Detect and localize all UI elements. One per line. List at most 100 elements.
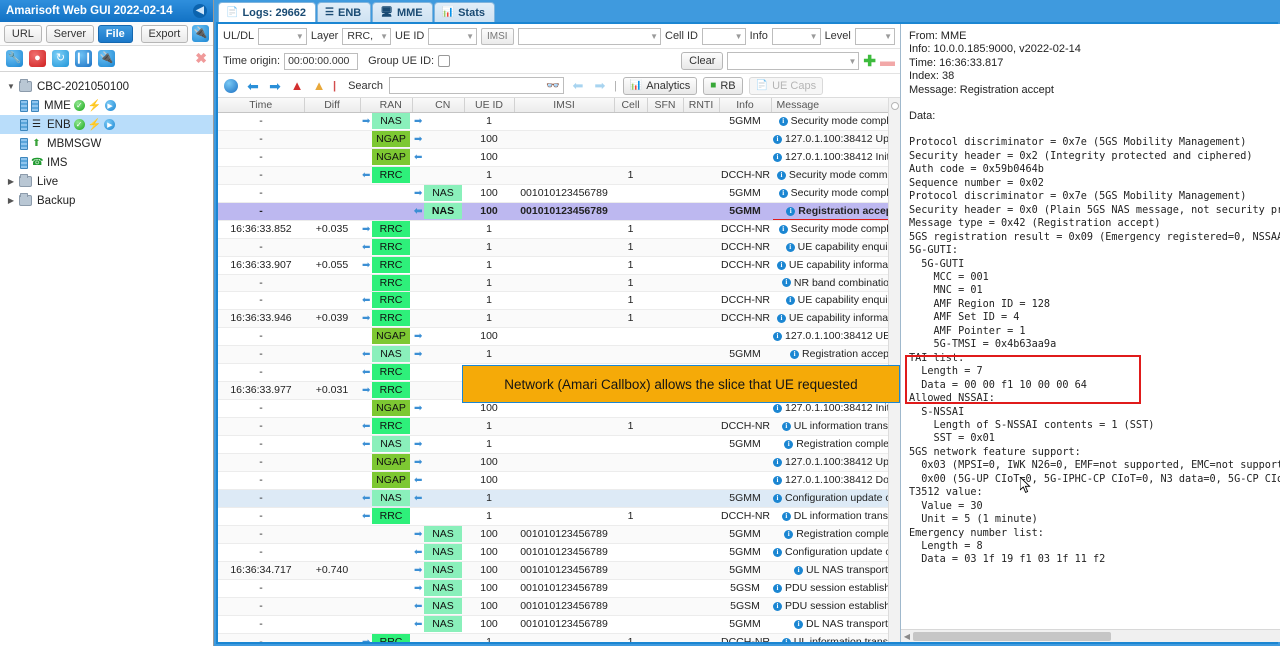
table-row[interactable]: - ⬅ RRC 1 1 DCCH-NR i UE capability enquiry (218, 291, 900, 310)
warning-triangle-icon[interactable]: ▲ (311, 78, 327, 94)
export-button[interactable]: Export (140, 24, 189, 43)
chevron-left-icon[interactable]: ◀ (193, 4, 207, 18)
preset-select[interactable]: ▼ (727, 52, 860, 70)
col-diff[interactable]: Diff (304, 98, 361, 113)
tree-item-ims[interactable]: ☎ IMS (0, 153, 213, 172)
plug-icon[interactable]: 🔌 (98, 50, 115, 67)
error-triangle-icon[interactable]: ▲ (289, 78, 305, 94)
table-row[interactable]: -⬅NAS⬅15GMMiConfiguration update command (218, 489, 900, 508)
stop-icon[interactable]: ● (29, 50, 46, 67)
search-input-wrapper[interactable]: 👓 (388, 77, 564, 94)
imsi-button[interactable]: IMSI (480, 27, 514, 45)
clock-icon[interactable] (223, 78, 239, 94)
table-row[interactable]: 16:36:33.946 +0.039 ➡ RRC 1 1 DCCH-NR i UE capab… (218, 309, 900, 328)
info-select[interactable]: ▼ (771, 27, 821, 45)
tab-logs[interactable]: 📄 Logs: 29662 (218, 2, 317, 22)
table-row[interactable]: 16:36:33.907 +0.055 ➡ RRC 1 1 DCCH-NR i UE capab… (218, 256, 900, 275)
table-row[interactable]: - ➡ NAS 100 001010123456789 5GMM i Security mod… (218, 184, 900, 203)
next-arrow-icon[interactable]: ➡ (267, 78, 283, 94)
tree-item-mme[interactable]: MME ✓ ⚡ ▶ (0, 96, 213, 115)
tab-mme[interactable]: 🖥 MME (372, 2, 433, 22)
tree-item-backup[interactable]: ▶ Backup (0, 191, 213, 210)
tree-item-live[interactable]: ▶ Live (0, 172, 213, 191)
table-row[interactable]: - NGAP ➡ 100 i127.0.1.100:38412 Uplink NAS t… (218, 130, 900, 149)
close-icon[interactable]: ✖ (195, 50, 207, 67)
table-row[interactable]: - ➡ NAS 100 001010123456789 5GSM i PDU session … (218, 579, 900, 598)
scrollbar-thumb[interactable] (913, 631, 1111, 641)
tab-stats[interactable]: 📊 Stats (433, 2, 495, 22)
col-imsi[interactable]: IMSI (514, 98, 615, 113)
table-row[interactable]: 16:36:33.852 +0.035 ➡ RRC 1 1 DCCH-NR i Security… (218, 220, 900, 239)
col-cn[interactable]: CN (422, 98, 465, 113)
col-info[interactable]: Info (719, 98, 772, 113)
tree-item-enb[interactable]: ☰ ENB ✓ ⚡ ▶ (0, 115, 213, 134)
lightning-icon[interactable]: ⚡ (88, 118, 102, 131)
expand-toggle-icon[interactable]: ▶ (6, 196, 16, 205)
table-row[interactable]: - ⬅ NAS 100 001010123456789 5GSM i PDU session … (218, 597, 900, 616)
table-row[interactable]: - NGAP ➡ 100 i127.0.1.100:38412 Uplink NAS t… (218, 453, 900, 472)
ul-dl-select[interactable]: ▼ (258, 27, 307, 45)
binoculars-icon[interactable]: 👓 (546, 79, 560, 92)
table-row[interactable]: - NGAP ⬅ 100 i127.0.1.100:38412 Downlink NAS… (218, 471, 900, 490)
search-input[interactable] (391, 78, 561, 93)
play-icon[interactable]: ▶ (104, 100, 116, 111)
time-origin-input[interactable] (284, 52, 359, 70)
wrench-icon[interactable]: 🔧 (6, 50, 23, 67)
table-row[interactable]: - ⬅ RRC 1 1 DCCH-NR i UE capability enquiry (218, 238, 900, 257)
table-row[interactable]: - ➡ NAS ➡ 1 5GMM i Security mode complete (218, 112, 900, 131)
col-ran[interactable]: RAN (370, 98, 413, 113)
table-row[interactable]: - ➡ RRC 1 1 DCCH-NR i UL information transfer (218, 633, 900, 642)
analytics-button[interactable]: 📊 Analytics (622, 76, 698, 95)
level-select[interactable]: ▼ (854, 27, 896, 45)
ue-id-select[interactable]: ▼ (428, 27, 477, 45)
find-next-icon[interactable]: ➡ (592, 78, 608, 94)
table-row[interactable]: - ⬅ RRC 1 1 DCCH-NR i DL information transfer (218, 507, 900, 526)
refresh-icon[interactable]: ↻ (52, 50, 69, 67)
play-icon[interactable]: ▶ (104, 119, 116, 130)
table-row[interactable]: - ⬅ NAS ➡ 1 5GMM i Registration complete (218, 435, 900, 454)
table-row[interactable]: - NGAP ➡ 100 i127.0.1.100:38412 UE radio cap… (218, 327, 900, 346)
minus-icon[interactable]: ▬ (880, 54, 895, 69)
info-icon[interactable]: ❙❙ (74, 50, 93, 67)
find-prev-icon[interactable]: ⬅ (570, 78, 586, 94)
tree-item-mbmsgw[interactable]: ⬆ MBMSGW (0, 134, 213, 153)
col-message[interactable]: Message (771, 98, 900, 113)
imsi-select[interactable]: ▼ (517, 27, 661, 45)
table-row[interactable]: - ⬅ NAS ➡ 1 5GMM i Registration accept (218, 345, 900, 364)
group-ue-checkbox[interactable] (438, 55, 451, 67)
table-row[interactable]: - RRC 1 1 i NR band combinations (218, 274, 900, 292)
scroll-left-icon[interactable]: ◀ (901, 632, 913, 641)
server-button[interactable]: Server (45, 24, 94, 43)
layer-select[interactable]: RRC, ▼ (342, 27, 391, 45)
col-cell[interactable]: Cell (614, 98, 648, 113)
lightning-icon[interactable]: ⚡ (88, 99, 102, 112)
col-sfn[interactable]: SFN (647, 98, 684, 113)
col-rnti[interactable]: RNTI (683, 98, 720, 113)
expand-toggle-icon[interactable]: ▶ (6, 177, 16, 186)
table-row[interactable]: - ⬅ NAS 100 001010123456789 5GMM i Registration… (218, 202, 900, 221)
cell-id-select[interactable]: ▼ (702, 27, 746, 45)
col-ueid[interactable]: UE ID (464, 98, 515, 113)
table-row[interactable]: - ➡ NAS 100 001010123456789 5GMM i Registration… (218, 525, 900, 544)
table-row[interactable]: - ⬅ RRC 1 1 DCCH-NR i Security mode command (218, 166, 900, 185)
plus-icon[interactable]: ✚ (863, 54, 876, 69)
rb-button[interactable]: ■ RB (703, 76, 743, 95)
detail-horizontal-scrollbar[interactable]: ◀ ▶ (901, 629, 1280, 642)
file-button[interactable]: File (97, 24, 133, 43)
tree-item-cbc[interactable]: ▼ CBC-2021050100 (0, 77, 213, 96)
table-row[interactable]: - NGAP ⬅ 100 i127.0.1.100:38412 Initial cont… (218, 148, 900, 167)
url-button[interactable]: URL (4, 24, 42, 43)
plug-icon[interactable]: 🔌 (192, 25, 209, 42)
table-row[interactable]: 16:36:34.717 +0.740 ➡ NAS 100 001010123456789… (218, 561, 900, 580)
message-detail-pane[interactable]: From: MME Info: 10.0.0.185:9000, v2022-0… (901, 24, 1280, 629)
table-row[interactable]: - ⬅ RRC 1 1 DCCH-NR i UL information transfer (218, 417, 900, 436)
col-time[interactable]: Time (218, 98, 305, 113)
clear-button[interactable]: Clear (681, 52, 724, 70)
table-row[interactable]: - ⬅ NAS 100 001010123456789 5GMM i Configuratio… (218, 543, 900, 562)
expand-toggle-icon[interactable]: ▼ (6, 82, 16, 91)
prev-arrow-icon[interactable]: ⬅ (245, 78, 261, 94)
scrollbar-nub[interactable] (891, 102, 899, 110)
ue-caps-button[interactable]: 📄 UE Caps (748, 76, 824, 95)
table-row[interactable]: - ⬅ NAS 100 001010123456789 5GMM i DL NAS trans… (218, 615, 900, 634)
tab-enb[interactable]: ☰ ENB (317, 2, 372, 22)
